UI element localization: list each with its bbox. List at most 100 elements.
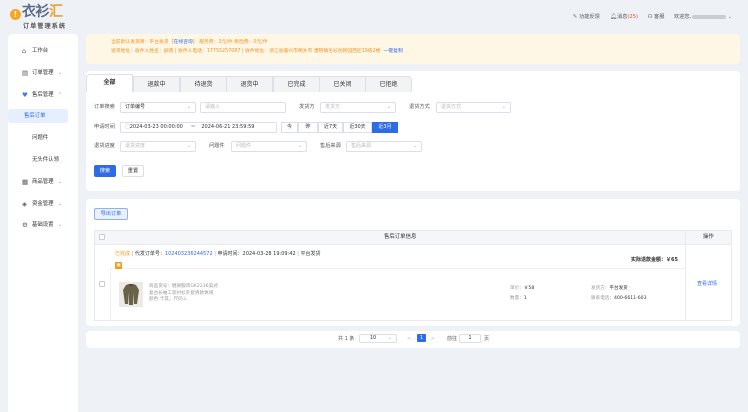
shop-icon: ▣ <box>115 262 122 269</box>
column-header-info: 售后订单信息 <box>384 234 417 240</box>
apply-time-range-picker[interactable]: ▢2024-03-23 00:00:00 ~ 2024-06-21 23:59:… <box>120 122 277 133</box>
apply-time-label: 申请时间 <box>94 124 115 130</box>
user-menu[interactable]: 欢迎您, ⌄ <box>674 13 732 21</box>
logo-text-accent: 汇 <box>49 4 63 20</box>
feedback-link[interactable]: ✎ 功能反馈 <box>572 13 600 21</box>
reset-button[interactable]: 重置 <box>122 165 144 177</box>
sidebar-item-orders[interactable]: ▤ 订单管理 ⌄ <box>8 66 78 80</box>
chevron-down-icon: ⌄ <box>57 70 62 76</box>
view-detail-link[interactable]: 查看详情 <box>697 281 717 288</box>
problem-select[interactable]: 问题件 ⌄ <box>231 141 307 152</box>
prev-page-button[interactable]: < <box>407 336 411 343</box>
heart-icon: ♥ <box>22 91 28 99</box>
quick-range-0[interactable]: 今 <box>281 122 298 133</box>
sidebar-item-products[interactable]: ▦ 商品管理 ⌄ <box>8 175 78 189</box>
shirt-thumbnail <box>119 282 143 307</box>
sidebar-item-workbench[interactable]: ⌂ 工作台 <box>8 44 78 58</box>
next-page-button[interactable]: > <box>431 336 435 343</box>
tab-0[interactable]: 全部 <box>86 74 133 92</box>
home-icon: ⌂ <box>22 47 27 55</box>
problem-label: 问题件 <box>209 143 225 149</box>
service-link[interactable]: ☊ 客服 <box>647 13 665 21</box>
sidebar-item-after-sales[interactable]: ♥ 售后管理 ⌃ <box>8 88 78 102</box>
page-size-select[interactable]: 10 ⌄ <box>359 334 397 343</box>
chevron-down-icon: ⌄ <box>297 143 302 149</box>
sender-label: 发货方 <box>299 104 315 110</box>
warning-icon: ! <box>10 9 21 20</box>
chevron-down-icon: ⌄ <box>501 104 506 110</box>
select-all-checkbox[interactable] <box>99 234 105 240</box>
order-search-type-select[interactable]: 订单编号 ⌄ <box>120 102 196 113</box>
row-checkbox[interactable] <box>99 281 105 287</box>
sidebar-item-funds[interactable]: ◈ 资金管理 ⌄ <box>8 197 78 211</box>
chevron-down-icon: ⌄ <box>387 335 392 341</box>
quick-range-3[interactable]: 近30天 <box>343 122 372 133</box>
tab-5[interactable]: 已关闭 <box>319 76 366 92</box>
product-info: 商品货号：糖果服饰GK2236美式 复古长袖工装衬衫外套男款休闲 颜色:卡其；尺… <box>149 284 218 302</box>
page-1-button[interactable]: 1 <box>417 334 426 342</box>
logo: 衣衫汇 <box>22 5 63 20</box>
sidebar-item-unowned-claim[interactable]: 无头件认领 <box>8 153 78 167</box>
grid-icon: ▦ <box>22 178 29 186</box>
tab-2[interactable]: 待退货 <box>180 76 227 92</box>
chevron-down-icon: ⌄ <box>57 222 62 228</box>
chevron-up-icon: ⌃ <box>57 92 62 98</box>
export-orders-button[interactable]: 导出订单 <box>94 208 128 220</box>
return-progress-label: 退货进度 <box>94 143 115 149</box>
username-redacted <box>692 14 727 19</box>
shipper-tag: 平台发货 <box>300 251 321 257</box>
chevron-down-icon: ⌄ <box>57 201 62 207</box>
pagination-bar <box>86 331 740 348</box>
tab-6[interactable]: 已拒绝 <box>365 76 412 92</box>
tab-4[interactable]: 已完成 <box>273 76 320 92</box>
row-meta: 已完成 | 代发订单号：102403236244572 | 申请时间：2024-… <box>115 251 321 257</box>
sidebar-item-problem-items[interactable]: 问题件 <box>8 131 78 145</box>
order-search-label: 订单搜索 <box>94 104 115 110</box>
order-search-input[interactable]: 请输入 <box>200 102 286 113</box>
message-count-badge: (25) <box>627 14 639 20</box>
return-method-select[interactable]: 退货方式 ⌄ <box>436 102 511 113</box>
apply-time: 2024-03-28 19:09:42 <box>242 251 296 257</box>
tab-3[interactable]: 退货中 <box>226 76 273 92</box>
notice-line-2: 退货地址：收件人姓名：颜南 | 收件人电话：17755257087 | 收件地址… <box>111 49 403 54</box>
bell-icon: 🔔︎ <box>610 14 617 20</box>
wallet-icon: ◈ <box>22 200 27 208</box>
sidebar-item-basic-settings[interactable]: ⚙ 基础设置 ⌄ <box>8 218 78 232</box>
quick-range-1[interactable]: 昨 <box>298 122 318 133</box>
chevron-down-icon: ⌄ <box>57 179 62 185</box>
goto-page-input[interactable]: 1 <box>459 334 481 343</box>
quick-range-4[interactable]: 近3月 <box>372 122 398 133</box>
return-progress-select[interactable]: 退货进度 ⌄ <box>120 141 196 152</box>
source-select[interactable]: 售后来源 ⌄ <box>346 141 422 152</box>
order-number-link[interactable]: 102403236244572 <box>165 251 213 257</box>
document-icon: ▤ <box>22 69 29 77</box>
quick-range-2[interactable]: 近7天 <box>318 122 343 133</box>
return-method-label: 退货方式 <box>409 104 430 110</box>
chevron-down-icon: ⌄ <box>186 143 191 149</box>
chevron-down-icon: ⌄ <box>412 143 417 149</box>
logo-text-main: 衣衫 <box>22 4 50 20</box>
price-info: 单价：￥58 数量：1 <box>510 286 535 301</box>
search-button[interactable]: 搜索 <box>94 165 116 177</box>
messages-link[interactable]: 🔔︎消息(25) <box>610 13 638 21</box>
chevron-down-icon: ⌄ <box>186 104 191 110</box>
total-count: 共 1 条 <box>338 336 355 342</box>
sender-select[interactable]: 发货方 ⌄ <box>320 102 396 113</box>
chevron-down-icon: ⌄ <box>386 104 391 110</box>
column-header-action: 操作 <box>703 234 714 240</box>
tab-1[interactable]: 退款中 <box>133 76 180 92</box>
product-image <box>119 282 143 307</box>
copy-address-link[interactable]: 一键复制 <box>384 49 403 54</box>
online-consult-link[interactable]: 在线咨询 <box>174 40 193 45</box>
source-label: 售后来源 <box>320 143 341 149</box>
refund-amount: 实际退款金额：￥65 <box>631 257 678 263</box>
sidebar-item-after-sales-orders[interactable]: 售后订单 <box>8 109 68 123</box>
notice-line-1: 当前默认发货商：平台发货 [在线咨询] 服务费：3元/件 质检费：0元/件 <box>111 40 268 45</box>
page-unit-label: 页 <box>484 336 490 342</box>
logo-subtitle: 订单管理系统 <box>23 23 67 30</box>
edit-icon: ✎ <box>572 14 578 20</box>
status-badge: 已完成 <box>115 251 131 257</box>
headset-icon: ☊ <box>647 14 653 20</box>
chevron-down-icon: ⌄ <box>727 14 733 20</box>
goto-label: 前往 <box>447 336 458 342</box>
